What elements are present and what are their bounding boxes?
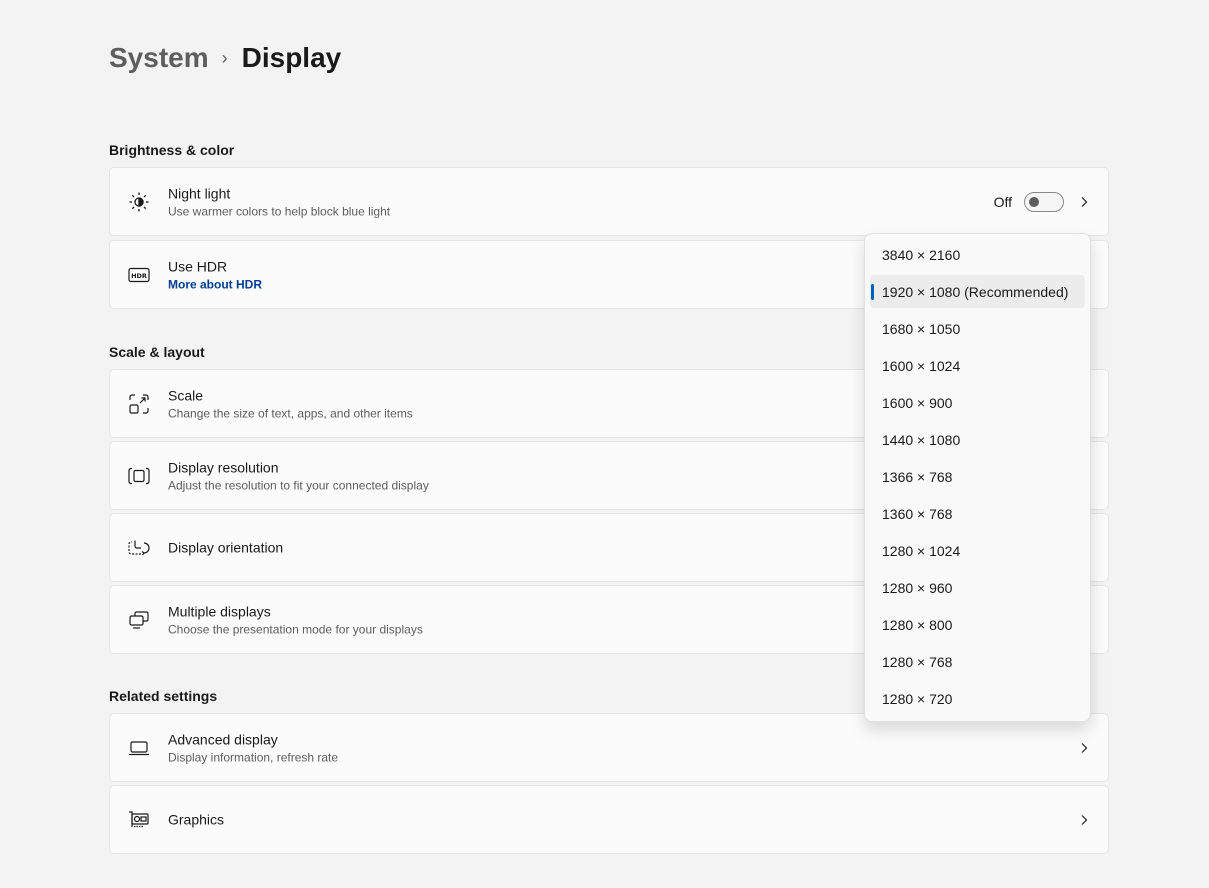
resolution-option-label: 1280 × 768 [882, 653, 953, 670]
resolution-icon [127, 464, 151, 488]
laptop-icon [127, 736, 151, 760]
night-light-toggle[interactable] [1024, 191, 1064, 212]
orientation-title: Display orientation [168, 539, 284, 555]
chevron-right-icon[interactable] [1078, 814, 1090, 826]
resolution-option[interactable]: 1280 × 720 [870, 682, 1085, 715]
resolution-option[interactable]: 1280 × 768 [870, 645, 1085, 678]
chevron-right-icon[interactable] [1078, 196, 1090, 208]
resolution-option[interactable]: 1360 × 768 [870, 497, 1085, 530]
scale-title: Scale [168, 387, 204, 403]
section-title-brightness: Brightness & color [109, 142, 235, 158]
hdr-title: Use HDR [168, 258, 228, 274]
breadcrumb-chevron-icon: › [221, 48, 228, 68]
advanced-display-card[interactable]: Advanced display Display information, re… [109, 713, 1109, 782]
resolution-option[interactable]: 1366 × 768 [870, 460, 1085, 493]
toggle-knob [1029, 196, 1039, 207]
orientation-icon [127, 536, 151, 560]
selection-indicator [871, 284, 874, 300]
resolution-option[interactable]: 1600 × 900 [870, 386, 1085, 419]
multiple-displays-desc: Choose the presentation mode for your di… [168, 622, 423, 636]
resolution-option-label: 1600 × 900 [882, 394, 953, 411]
resolution-option-label: 1440 × 1080 [882, 431, 961, 448]
resolution-option[interactable]: 1440 × 1080 [870, 423, 1085, 456]
scale-icon [127, 392, 151, 416]
chevron-right-icon[interactable] [1078, 742, 1090, 754]
resolution-option[interactable]: 1600 × 1024 [870, 349, 1085, 382]
section-title-related: Related settings [109, 688, 218, 704]
hdr-icon: HDR [127, 263, 151, 287]
breadcrumb-parent[interactable]: System [109, 40, 209, 76]
night-light-card[interactable]: Night light Use warmer colors to help bl… [109, 167, 1109, 236]
more-about-hdr-link[interactable]: More about HDR [168, 276, 262, 292]
page-title: Display [241, 42, 342, 73]
resolution-option[interactable]: 1920 × 1080 (Recommended) [870, 275, 1085, 308]
resolution-option-label: 1280 × 1024 [882, 542, 961, 559]
resolution-option-label: 3840 × 2160 [882, 246, 961, 263]
brightness-icon [127, 190, 151, 214]
resolution-desc: Adjust the resolution to fit your connec… [168, 478, 429, 492]
resolution-dropdown-menu[interactable]: 3840 × 2160 1920 × 1080 (Recommended) 1680… [864, 233, 1091, 722]
resolution-option-label: 1600 × 1024 [882, 357, 961, 374]
resolution-option[interactable]: 1280 × 1024 [870, 534, 1085, 567]
scale-desc: Change the size of text, apps, and other… [168, 406, 413, 420]
resolution-option-label: 1366 × 768 [882, 468, 953, 485]
night-light-toggle-label: Off [993, 193, 1012, 210]
resolution-option-label: 1920 × 1080 (Recommended) [882, 283, 1069, 300]
graphics-card-icon [127, 808, 151, 832]
resolution-option-label: 1280 × 800 [882, 616, 953, 633]
resolution-option-label: 1680 × 1050 [882, 320, 961, 337]
advanced-display-desc: Display information, refresh rate [168, 750, 339, 764]
breadcrumb: System › Display [109, 40, 341, 76]
night-light-desc: Use warmer colors to help block blue lig… [168, 204, 391, 218]
resolution-option[interactable]: 1280 × 800 [870, 608, 1085, 641]
multiple-displays-icon [127, 608, 151, 632]
resolution-option-label: 1280 × 960 [882, 579, 953, 596]
section-title-scale-layout: Scale & layout [109, 344, 205, 360]
resolution-option[interactable]: 1680 × 1050 [870, 312, 1085, 345]
resolution-title: Display resolution [168, 459, 279, 475]
resolution-option[interactable]: 1280 × 960 [870, 571, 1085, 604]
resolution-option-label: 1280 × 720 [882, 690, 953, 707]
resolution-option[interactable]: 3840 × 2160 [870, 238, 1085, 271]
multiple-displays-title: Multiple displays [168, 603, 271, 619]
resolution-option-label: 1360 × 768 [882, 505, 953, 522]
graphics-title: Graphics [168, 811, 225, 827]
svg-text:HDR: HDR [131, 272, 147, 280]
night-light-title: Night light [168, 185, 231, 201]
advanced-display-title: Advanced display [168, 731, 278, 747]
graphics-card[interactable]: Graphics [109, 785, 1109, 854]
